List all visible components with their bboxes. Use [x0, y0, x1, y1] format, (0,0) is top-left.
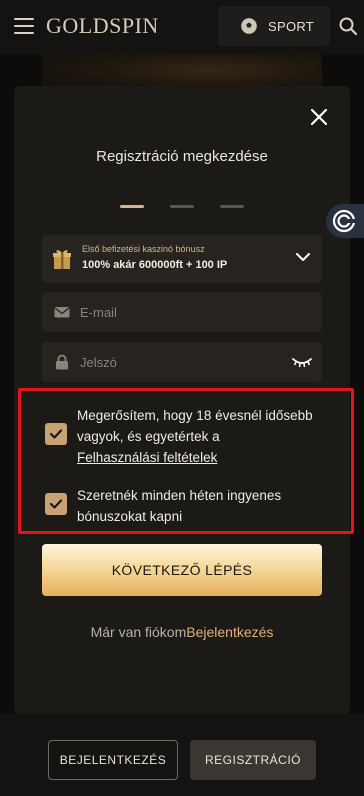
next-step-button[interactable]: KÖVETKEZŐ LÉPÉS [42, 544, 322, 596]
consent-age-checkbox[interactable] [45, 423, 67, 445]
step-indicator [120, 205, 244, 208]
sport-label: SPORT [268, 18, 315, 34]
sport-button[interactable]: SPORT [218, 6, 330, 46]
gift-icon [53, 250, 71, 269]
consent-age-text: Megerősítem, hogy 18 évesnél idősebb vag… [77, 405, 317, 468]
consent-age-row: Megerősítem, hogy 18 évesnél idősebb vag… [45, 405, 317, 468]
step-3-indicator [220, 205, 244, 208]
password-field[interactable] [42, 342, 322, 382]
have-account-text: Már van fiókom [90, 624, 187, 640]
check-icon [49, 429, 63, 439]
login-link[interactable]: Bejelentkezés [186, 624, 273, 640]
bonus-value: 100% akár 600000ft + 100 IP [82, 259, 228, 271]
email-field[interactable] [42, 292, 322, 332]
chevron-down-icon[interactable] [296, 252, 310, 262]
modal-title: Regisztráció megkezdése [96, 148, 268, 165]
search-icon[interactable] [338, 16, 358, 36]
terms-link[interactable]: Felhasználási feltételek [77, 447, 217, 468]
goldspin-logo[interactable]: GOLDSPIN [46, 13, 159, 39]
step-1-indicator [120, 205, 144, 208]
hamburger-icon[interactable] [14, 18, 34, 34]
support-icon [332, 209, 356, 233]
email-input[interactable] [80, 292, 280, 332]
consent-bonus-checkbox[interactable] [45, 493, 67, 515]
consent-bonus-label: Szeretnék minden héten ingyenes bónuszok… [77, 488, 282, 524]
bottom-register-button[interactable]: REGISZTRÁCIÓ [190, 740, 316, 780]
eye-closed-icon[interactable] [292, 355, 312, 369]
step-2-indicator [170, 205, 194, 208]
consent-age-label: Megerősítem, hogy 18 évesnél idősebb vag… [77, 408, 313, 444]
support-tab[interactable] [326, 204, 364, 238]
soccer-ball-icon [240, 17, 258, 35]
registration-modal: Regisztráció megkezdése Első befizetési … [14, 86, 354, 714]
lock-icon [56, 354, 68, 370]
have-account-line: Már van fiókomBejelentkezés [14, 624, 350, 640]
bonus-label: Első befizetési kaszinó bónusz [82, 244, 205, 254]
bottom-login-button[interactable]: BEJELENTKEZÉS [48, 740, 178, 780]
consent-highlight-box: Megerősítem, hogy 18 évesnél idősebb vag… [18, 388, 354, 534]
close-icon[interactable] [310, 108, 328, 126]
consent-bonus-row: Szeretnék minden héten ingyenes bónuszok… [45, 485, 317, 527]
mail-icon [54, 307, 70, 318]
top-header: GOLDSPIN SPORT [0, 0, 364, 54]
password-input[interactable] [80, 342, 280, 382]
bonus-selector[interactable]: Első befizetési kaszinó bónusz 100% akár… [42, 235, 322, 283]
check-icon [49, 499, 63, 509]
